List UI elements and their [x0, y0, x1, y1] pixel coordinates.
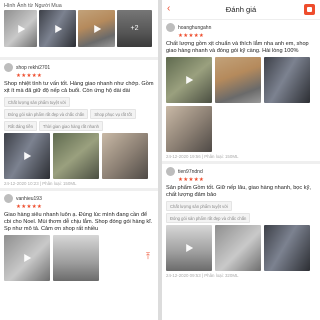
left-review-panel: Hình Ảnh từ Người Mua +2 shop rekhi2701 … [0, 0, 158, 320]
review-meta: 24-12-2020 19:56 | Phân loại: 150ML [166, 154, 239, 159]
back-arrow-icon[interactable]: ‹ [167, 3, 170, 14]
play-icon [24, 152, 32, 160]
review-tag: Shop phục vụ rất tốt [90, 109, 136, 119]
review-media [166, 57, 316, 152]
scroll-top-icon[interactable]: ⤒ [146, 251, 150, 262]
reviewer-name[interactable]: shop rekhi2701 [16, 65, 50, 71]
review-photo[interactable] [53, 133, 99, 179]
shop-app-icon[interactable] [304, 4, 315, 15]
play-icon [186, 244, 194, 252]
review-photo[interactable] [166, 106, 212, 152]
page-header: ‹ Đánh giá [162, 0, 320, 20]
reviewer-name[interactable]: vanhieu193 [16, 196, 42, 202]
review-media [166, 225, 316, 271]
play-icon [54, 24, 62, 33]
review-photo[interactable] [264, 225, 310, 271]
gallery-video-thumb[interactable] [4, 10, 37, 47]
review-meta: 24-12-2020 09:53 | Phân loại: 320ML [166, 273, 239, 278]
play-icon [17, 24, 25, 33]
gallery-video-thumb[interactable] [39, 10, 76, 47]
play-icon [24, 254, 32, 262]
review-tag: Rất đáng tiền [4, 121, 37, 131]
more-count: +2 [117, 10, 152, 47]
page-title: Đánh giá [225, 5, 257, 14]
rating-stars: ★★★★★ [178, 177, 205, 183]
avatar[interactable] [4, 63, 13, 72]
review-video-thumb[interactable] [166, 57, 212, 103]
gallery-video-thumb[interactable] [78, 10, 115, 47]
avatar[interactable] [166, 23, 175, 32]
buyer-gallery-title: Hình Ảnh từ Người Mua [4, 3, 62, 9]
right-review-panel: ‹ Đánh giá hoanghungahn ★★★★★ Chất lượng… [162, 0, 320, 320]
avatar[interactable] [166, 167, 175, 176]
avatar[interactable] [4, 194, 13, 203]
buyer-gallery: +2 [0, 10, 158, 47]
review-meta: 24-12-2020 10:23 | Phân loại: 150ML [4, 181, 77, 186]
review-tags: Chất lượng sản phẩm tuyệt vời Đóng gói s… [166, 201, 316, 223]
review-tag: Chất lượng sản phẩm tuyệt vời [4, 97, 70, 107]
review-item: tien97ndnd ★★★★★ Sản phẩm Gồm tốt. Giữ n… [162, 164, 320, 280]
review-photo[interactable] [102, 133, 148, 179]
review-tag: Đóng gói sản phẩm rất đẹp và chắc chắn [4, 109, 89, 119]
review-text: Shop nhiệt tình tư vấn tốt. Hàng giao nh… [4, 81, 154, 94]
play-icon [93, 24, 101, 33]
rating-stars: ★★★★★ [178, 33, 205, 39]
review-photo[interactable] [264, 57, 310, 103]
reviewer-name[interactable]: hoanghungahn [178, 25, 211, 31]
rating-stars: ★★★★★ [16, 204, 43, 210]
review-tags: Chất lượng sản phẩm tuyệt vời Đóng gói s… [4, 97, 154, 131]
review-photo[interactable] [215, 57, 261, 103]
review-item: hoanghungahn ★★★★★ Chất lượng gồm xịt ch… [162, 20, 320, 161]
review-photo[interactable] [215, 225, 261, 271]
review-video-thumb[interactable] [166, 225, 212, 271]
review-video-thumb[interactable] [4, 235, 50, 281]
review-media [4, 133, 154, 179]
review-media [4, 235, 154, 281]
review-text: Sản phẩm Gồm tốt. Giữ nếp lâu, giao hàng… [166, 185, 311, 198]
review-tag: Đóng gói sản phẩm rất đẹp và chắc chắn [166, 213, 251, 223]
review-text: Chất lượng gồm xịt chuẩn và thích lắm nh… [166, 41, 309, 54]
play-icon [186, 76, 194, 84]
review-item: shop rekhi2701 ★★★★★ Shop nhiệt tình tư … [0, 60, 158, 188]
review-video-thumb[interactable] [4, 133, 50, 179]
reviewer-name[interactable]: tien97ndnd [178, 169, 203, 175]
review-item: vanhieu193 ★★★★★ Giao hàng siêu nhanh lu… [0, 191, 158, 283]
review-photo[interactable] [53, 235, 99, 281]
review-text: Giao hàng siêu nhanh luôn ạ. Đúng lúc mì… [4, 212, 153, 232]
gallery-more-thumb[interactable]: +2 [117, 10, 152, 47]
rating-stars: ★★★★★ [16, 73, 43, 79]
review-tag: Chất lượng sản phẩm tuyệt vời [166, 201, 232, 211]
review-tag: Thời gian giao hàng rất nhanh [38, 121, 103, 131]
